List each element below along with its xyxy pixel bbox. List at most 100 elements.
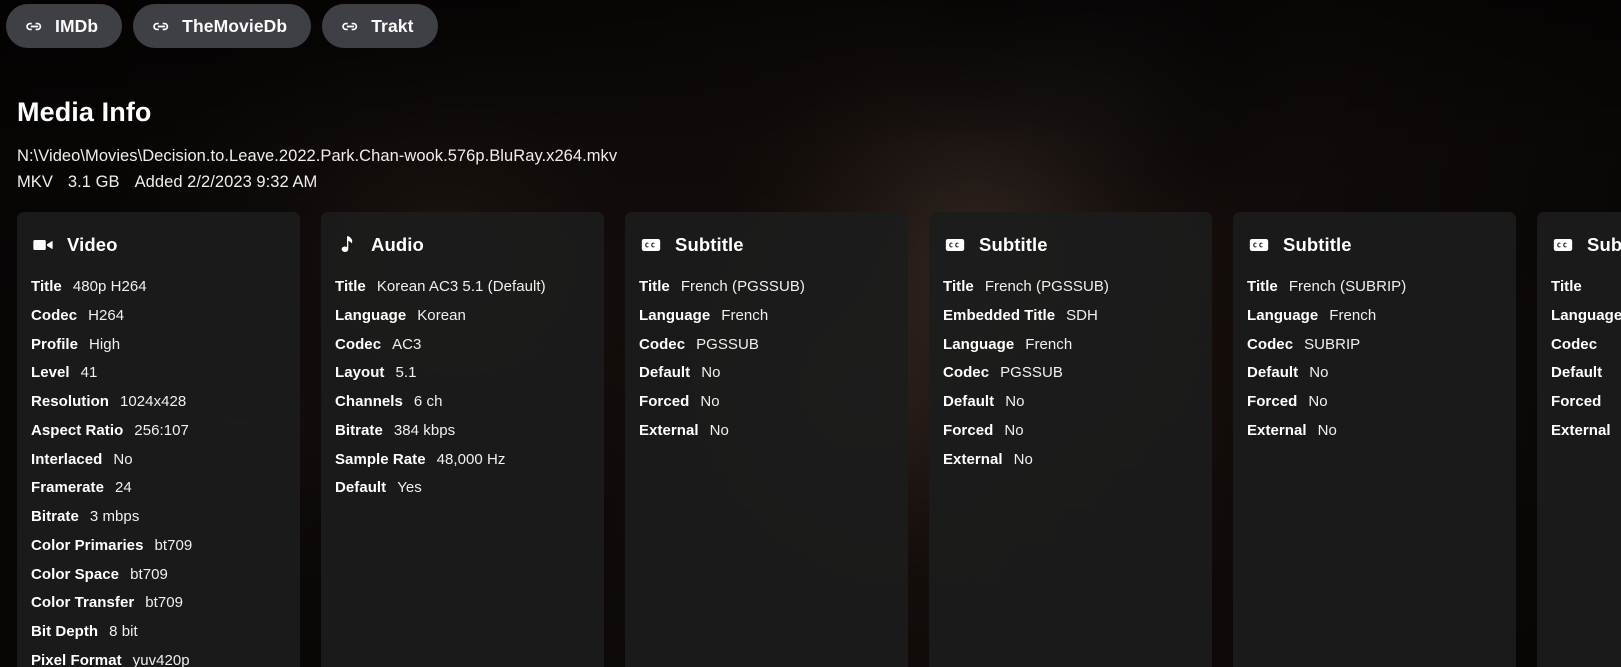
external-link-imdb[interactable]: IMDb	[6, 4, 123, 48]
external-links-bar: IMDb TheMovieDb Trakt	[6, 4, 438, 48]
property-label: Codec	[1247, 335, 1294, 353]
stream-card-title: Audio	[371, 234, 424, 255]
stream-property-row: External	[1551, 420, 1621, 442]
property-value: No	[709, 421, 729, 439]
stream-property-row: Layout 5.1	[335, 362, 604, 384]
property-label: Title	[31, 278, 62, 295]
stream-property-row: Codec H264	[31, 305, 300, 327]
property-value: No	[1308, 393, 1328, 410]
property-value: bt709	[145, 594, 184, 612]
property-label: Codec	[31, 306, 78, 324]
property-value: French (PGSSUB)	[984, 278, 1109, 295]
stream-property-row: Interlaced No	[31, 449, 300, 471]
video-camera-icon	[32, 234, 54, 256]
property-label: Language	[1551, 306, 1621, 324]
property-label: Forced	[943, 421, 994, 439]
link-icon	[25, 17, 44, 36]
stream-card-header: Subtitle	[943, 234, 1212, 256]
stream-property-row: Codec PGSSUB	[639, 334, 908, 356]
property-label: Title	[1551, 278, 1582, 295]
property-label: Title	[335, 278, 366, 295]
stream-property-row: Codec SUBRIP	[1247, 334, 1516, 356]
property-value: 480p H264	[72, 278, 147, 295]
property-label: Title	[639, 278, 670, 295]
stream-property-row: Default Yes	[335, 477, 604, 499]
stream-property-row: Forced No	[1247, 391, 1516, 413]
stream-property-row: Title 480p H264	[31, 276, 300, 298]
stream-property-row: Level 41	[31, 362, 300, 384]
stream-card-title: Subtitle	[1587, 234, 1621, 255]
stream-property-row: Codec AC3	[335, 334, 604, 356]
property-value: High	[89, 335, 121, 353]
stream-property-row: Channels 6 ch	[335, 391, 604, 413]
property-value: No	[1005, 393, 1025, 410]
stream-property-row: Forced No	[943, 420, 1212, 442]
external-link-label: Trakt	[371, 15, 414, 36]
property-value: No	[1013, 450, 1033, 468]
property-label: Codec	[943, 364, 990, 382]
property-value: 3 mbps	[89, 508, 140, 525]
stream-property-row: Codec PGSSUB	[943, 362, 1212, 384]
external-link-label: TheMovieDb	[182, 15, 288, 36]
property-label: Language	[639, 306, 711, 324]
property-label: Codec	[335, 335, 382, 353]
stream-cards-strip: Video Title 480p H264 Codec H264 Profile High L…	[17, 212, 1621, 667]
property-label: Language	[1247, 306, 1319, 324]
property-label: Title	[943, 278, 974, 295]
property-value: 48,000 Hz	[436, 450, 506, 468]
property-label: Forced	[1551, 393, 1602, 410]
closed-caption-icon	[640, 234, 662, 256]
stream-card-header: Subtitle	[639, 234, 908, 256]
property-label: Codec	[639, 335, 686, 353]
property-label: Channels	[335, 393, 403, 410]
stream-card-subtitle: Subtitle Title Language Codec Default Forced E…	[1537, 212, 1621, 667]
property-value: 24	[115, 479, 132, 497]
stream-property-row: Default No	[943, 391, 1212, 413]
stream-property-row: Sample Rate 48,000 Hz	[335, 449, 604, 471]
property-label: Forced	[639, 393, 690, 410]
stream-property-row: Language French	[1247, 305, 1516, 327]
closed-caption-icon	[1552, 234, 1574, 256]
property-value: No	[1004, 421, 1024, 439]
stream-card-header: Audio	[335, 234, 604, 256]
external-link-trakt[interactable]: Trakt	[322, 4, 438, 48]
stream-property-row: External No	[639, 420, 908, 442]
stream-property-row: Color Primaries bt709	[31, 535, 300, 557]
property-value: 6 ch	[413, 393, 443, 410]
stream-property-row: Bitrate 384 kbps	[335, 420, 604, 442]
property-label: Color Primaries	[31, 536, 144, 554]
property-label: Default	[1551, 364, 1603, 382]
stream-property-row: Default	[1551, 362, 1621, 384]
property-value: No	[700, 393, 720, 410]
property-label: Codec	[1551, 335, 1598, 353]
stream-property-row: Profile High	[31, 334, 300, 356]
stream-property-row: Forced	[1551, 391, 1621, 413]
stream-card-header: Subtitle	[1247, 234, 1516, 256]
property-label: Forced	[1247, 393, 1298, 410]
property-label: Title	[1247, 278, 1278, 295]
file-size: 3.1 GB	[67, 173, 120, 192]
stream-card-subtitle: Subtitle Title French (PGSSUB) Language Fren…	[625, 212, 908, 667]
property-value: AC3	[392, 335, 422, 353]
stream-property-list: Title 480p H264 Codec H264 Profile High Level 4…	[31, 276, 300, 667]
property-label: Aspect Ratio	[31, 421, 124, 439]
stream-card-header: Subtitle	[1551, 234, 1621, 256]
property-label: Default	[943, 393, 995, 410]
property-label: Language	[335, 306, 407, 324]
stream-property-row: Color Space bt709	[31, 564, 300, 586]
property-value: French	[1025, 335, 1073, 353]
stream-property-row: Title	[1551, 276, 1621, 298]
external-link-themoviedb[interactable]: TheMovieDb	[133, 4, 312, 48]
external-link-label: IMDb	[55, 15, 99, 36]
property-label: Default	[639, 364, 691, 382]
stream-card-subtitle: Subtitle Title French (PGSSUB) Embedded Tit…	[929, 212, 1212, 667]
stream-property-row: Language	[1551, 305, 1621, 327]
property-label: Language	[943, 335, 1015, 353]
stream-card-subtitle: Subtitle Title French (SUBRIP) Language Fren…	[1233, 212, 1516, 667]
property-value: H264	[88, 306, 125, 324]
media-info-page: IMDb TheMovieDb Trakt Media Info N:\Vide…	[0, 0, 1621, 667]
stream-property-row: Language Korean	[335, 305, 604, 327]
stream-property-row: Pixel Format yuv420p	[31, 650, 300, 667]
property-value: 41	[80, 364, 98, 382]
page-title: Media Info	[17, 97, 152, 127]
